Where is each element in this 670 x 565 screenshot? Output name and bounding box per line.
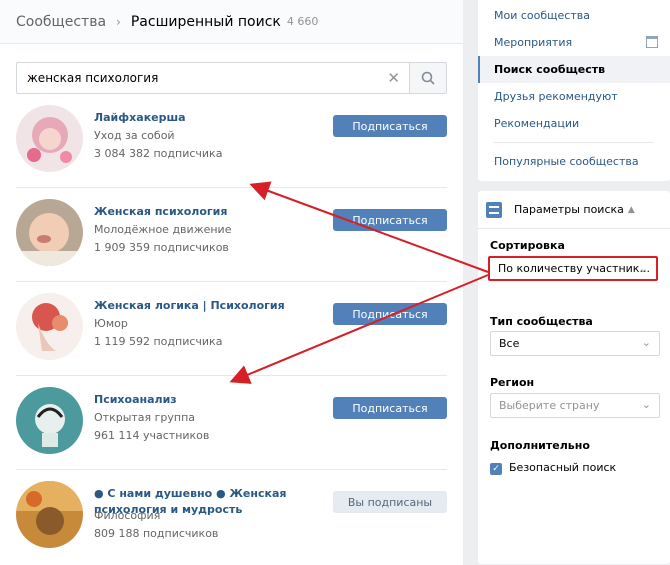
caret-up-icon: ▲	[627, 204, 635, 215]
results-list: Лайфхакерша Уход за собой 3 084 382 подп…	[16, 94, 447, 564]
community-category: Уход за собой	[94, 129, 175, 142]
community-members: 1 119 592 подписчика	[94, 335, 223, 348]
list-item: Женская логика | Психология Юмор 1 119 5…	[16, 282, 447, 376]
search-bar: женская психология ✕	[16, 62, 447, 94]
region-label: Регион	[490, 376, 535, 389]
clear-icon[interactable]: ✕	[387, 69, 400, 87]
avatar[interactable]	[16, 481, 83, 548]
community-name[interactable]: Лайфхакерша	[94, 110, 324, 126]
calendar-icon[interactable]	[646, 36, 658, 48]
community-members: 809 188 подписчиков	[94, 527, 219, 540]
community-type-select[interactable]: Все ⌄	[490, 331, 660, 356]
safe-search-checkbox[interactable]: ✓	[490, 463, 502, 475]
region-placeholder: Выберите страну	[499, 399, 600, 412]
community-type-value: Все	[499, 337, 520, 350]
community-members: 3 084 382 подписчика	[94, 147, 223, 160]
community-name[interactable]: Женская психология	[94, 204, 324, 220]
community-type-label: Тип сообщества	[490, 315, 593, 328]
subscribe-button[interactable]: Подписаться	[333, 209, 447, 231]
results-count: 4 660	[286, 15, 319, 28]
subscribed-button[interactable]: Вы подписаны	[333, 491, 447, 513]
avatar[interactable]	[16, 387, 83, 454]
community-category: Юмор	[94, 317, 128, 330]
community-name[interactable]: Психоанализ	[94, 392, 324, 408]
subscribe-button[interactable]: Подписаться	[333, 303, 447, 325]
community-members: 961 114 участников	[94, 429, 210, 442]
subscribe-button[interactable]: Подписаться	[333, 397, 447, 419]
breadcrumb-communities[interactable]: Сообщества	[16, 14, 106, 30]
menu-item-events[interactable]: Мероприятия	[478, 29, 670, 56]
chevron-down-icon: ⌄	[641, 398, 651, 411]
main-panel: Сообщества › Расширенный поиск 4 660 жен…	[0, 0, 463, 565]
search-input[interactable]: женская психология ✕	[16, 62, 409, 94]
right-sidebar: Мои сообщества Мероприятия Поиск сообщес…	[478, 0, 670, 564]
filter-settings-icon	[486, 201, 502, 218]
community-category: Открытая группа	[94, 411, 196, 424]
page-header: Сообщества › Расширенный поиск 4 660	[0, 0, 463, 44]
menu-item-recommendations[interactable]: Рекомендации	[478, 110, 670, 137]
menu-item-friends-recommend[interactable]: Друзья рекомендуют	[478, 83, 670, 110]
community-category: Молодёжное движение	[94, 223, 232, 236]
search-icon	[421, 71, 435, 85]
page-title: Расширенный поиск	[130, 13, 281, 30]
sort-label: Сортировка	[490, 239, 565, 252]
side-menu: Мои сообщества Мероприятия Поиск сообщес…	[478, 0, 670, 181]
sort-value: По количеству участник...	[498, 262, 650, 275]
additional-label: Дополнительно	[490, 439, 590, 452]
search-filters: Параметры поиска ▲ Сортировка По количес…	[478, 191, 670, 564]
chevron-down-icon: ⌄	[638, 262, 648, 275]
menu-item-popular[interactable]: Популярные сообщества	[478, 148, 670, 175]
avatar[interactable]	[16, 105, 83, 172]
filters-header[interactable]: Параметры поиска ▲	[478, 191, 670, 229]
avatar[interactable]	[16, 293, 83, 360]
menu-divider	[494, 142, 654, 143]
sort-select[interactable]: По количеству участник... ⌄	[488, 256, 658, 281]
avatar[interactable]	[16, 199, 83, 266]
menu-item-community-search[interactable]: Поиск сообществ	[478, 56, 670, 83]
menu-item-label: Мероприятия	[494, 36, 573, 49]
search-button[interactable]	[409, 62, 447, 94]
search-query: женская психология	[27, 71, 159, 85]
community-category: Философия	[94, 509, 161, 522]
subscribe-button[interactable]: Подписаться	[333, 115, 447, 137]
safe-search-label[interactable]: Безопасный поиск	[509, 461, 616, 474]
list-item: Психоанализ Открытая группа 961 114 учас…	[16, 376, 447, 470]
community-name[interactable]: Женская логика | Психология	[94, 298, 324, 314]
list-item: Лайфхакерша Уход за собой 3 084 382 подп…	[16, 94, 447, 188]
community-members: 1 909 359 подписчиков	[94, 241, 229, 254]
menu-item-my-communities[interactable]: Мои сообщества	[478, 2, 670, 29]
filters-title: Параметры поиска	[514, 203, 624, 216]
list-item: Женская психология Молодёжное движение 1…	[16, 188, 447, 282]
region-select[interactable]: Выберите страну ⌄	[490, 393, 660, 418]
list-item: ● С нами душевно ● Женская психология и …	[16, 470, 447, 564]
chevron-down-icon: ⌄	[641, 336, 651, 349]
chevron-right-icon: ›	[116, 14, 121, 29]
